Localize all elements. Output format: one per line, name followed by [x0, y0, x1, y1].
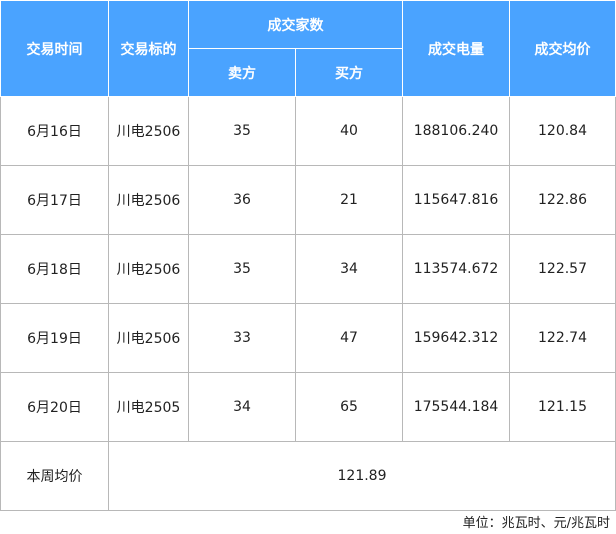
cell-buyer: 34 [295, 234, 403, 304]
table-row: 6月20日 川电2505 34 65 175544.184 121.15 [0, 372, 616, 442]
cell-date: 6月18日 [0, 234, 109, 304]
header-date: 交易时间 [0, 0, 109, 97]
cell-date: 6月16日 [0, 96, 109, 166]
table-row: 6月16日 川电2506 35 40 188106.240 120.84 [0, 96, 616, 166]
cell-seller: 36 [188, 165, 296, 235]
header-avg-price: 成交均价 [509, 0, 616, 97]
cell-volume: 188106.240 [402, 96, 510, 166]
cell-target: 川电2506 [108, 96, 189, 166]
cell-volume: 175544.184 [402, 372, 510, 442]
cell-volume: 115647.816 [402, 165, 510, 235]
cell-target: 川电2506 [108, 303, 189, 373]
cell-price: 120.84 [509, 96, 616, 166]
header-seller: 卖方 [188, 48, 296, 97]
table-row: 6月18日 川电2506 35 34 113574.672 122.57 [0, 234, 616, 304]
header-volume: 成交电量 [402, 0, 510, 97]
cell-target: 川电2506 [108, 234, 189, 304]
table-row: 6月17日 川电2506 36 21 115647.816 122.86 [0, 165, 616, 235]
table-row: 6月19日 川电2506 33 47 159642.312 122.74 [0, 303, 616, 373]
cell-seller: 34 [188, 372, 296, 442]
cell-date: 6月17日 [0, 165, 109, 235]
cell-volume: 159642.312 [402, 303, 510, 373]
cell-price: 122.74 [509, 303, 616, 373]
cell-target: 川电2505 [108, 372, 189, 442]
cell-date: 6月19日 [0, 303, 109, 373]
cell-price: 122.57 [509, 234, 616, 304]
cell-buyer: 40 [295, 96, 403, 166]
table-header: 交易时间 交易标的 成交家数 成交电量 成交均价 卖方 买方 [0, 0, 616, 97]
cell-buyer: 21 [295, 165, 403, 235]
table-body: 6月16日 川电2506 35 40 188106.240 120.84 6月1… [0, 96, 616, 511]
trade-table: 交易时间 交易标的 成交家数 成交电量 成交均价 卖方 买方 6月16日 川电2… [0, 0, 616, 511]
header-parties-group: 成交家数 [188, 0, 403, 49]
summary-label: 本周均价 [0, 441, 109, 511]
header-target: 交易标的 [108, 0, 189, 97]
summary-row: 本周均价 121.89 [0, 441, 616, 511]
cell-seller: 35 [188, 234, 296, 304]
cell-buyer: 47 [295, 303, 403, 373]
cell-seller: 33 [188, 303, 296, 373]
cell-price: 121.15 [509, 372, 616, 442]
cell-buyer: 65 [295, 372, 403, 442]
cell-price: 122.86 [509, 165, 616, 235]
cell-volume: 113574.672 [402, 234, 510, 304]
cell-date: 6月20日 [0, 372, 109, 442]
cell-seller: 35 [188, 96, 296, 166]
unit-note: 单位：兆瓦时、元/兆瓦时 [462, 516, 610, 531]
summary-value: 121.89 [108, 441, 616, 511]
header-buyer: 买方 [295, 48, 403, 97]
cell-target: 川电2506 [108, 165, 189, 235]
